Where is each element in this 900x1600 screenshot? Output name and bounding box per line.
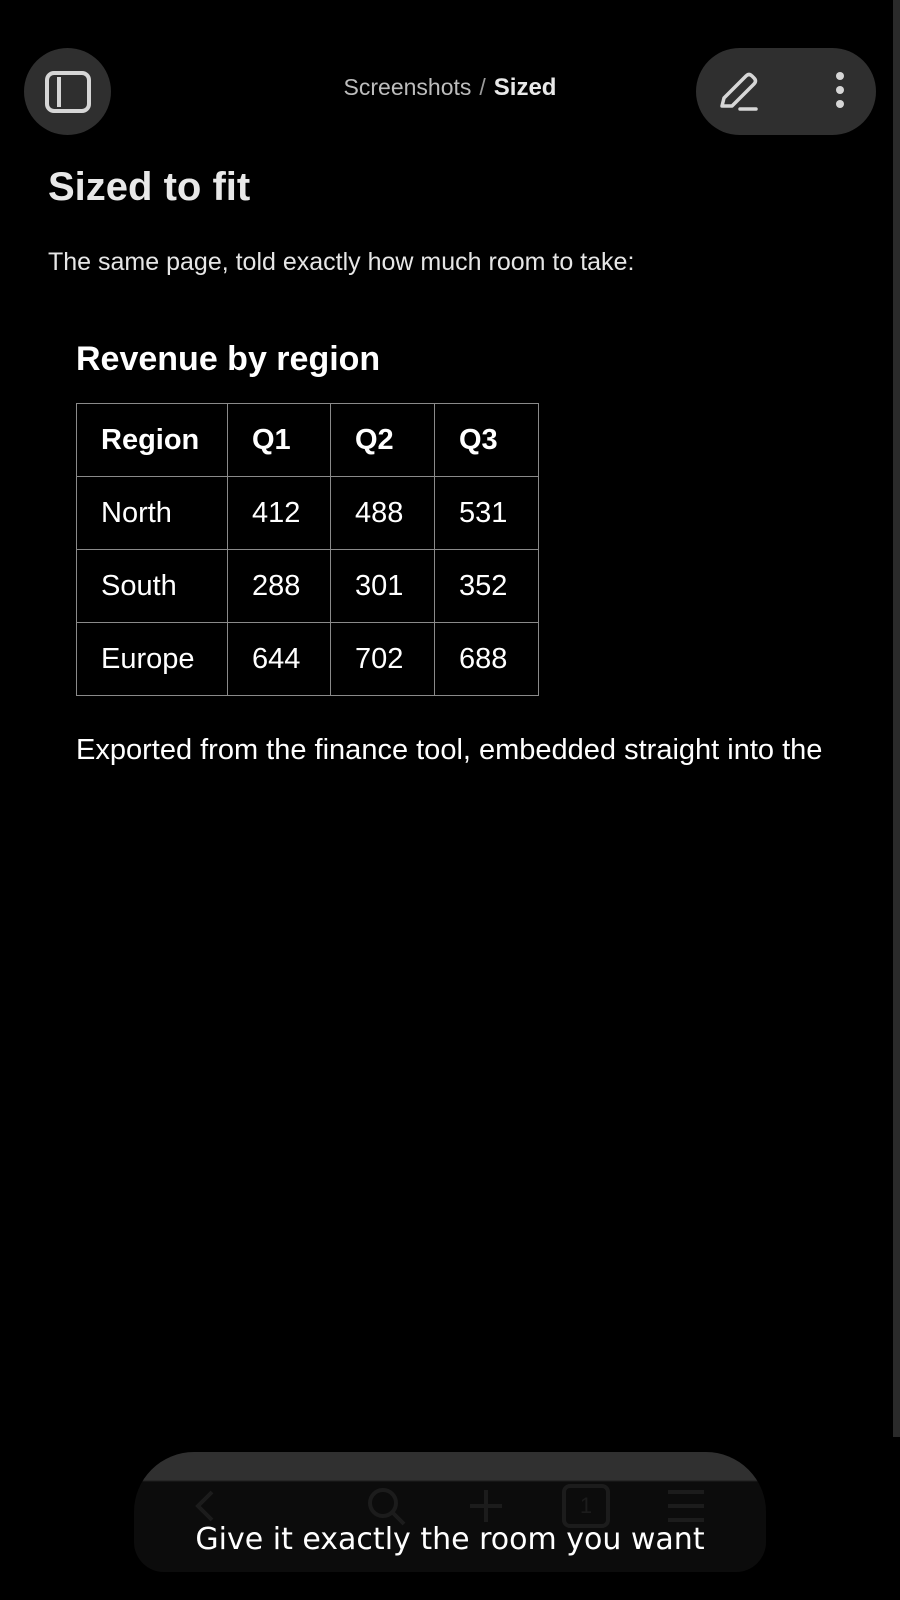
table-row: Europe 644 702 688 xyxy=(76,622,539,696)
more-vertical-icon[interactable] xyxy=(816,68,864,116)
table-cell: 644 xyxy=(227,622,331,696)
breadcrumb-parent[interactable]: Screenshots xyxy=(344,74,472,100)
table-cell: 288 xyxy=(227,549,331,623)
page-title: Sized to fit xyxy=(48,165,251,209)
table-cell: 301 xyxy=(330,549,435,623)
table-cell: 531 xyxy=(434,476,539,550)
table-cell: North xyxy=(76,476,228,550)
column-header: Q1 xyxy=(227,403,331,477)
caption-overlay: Give it exactly the room you want xyxy=(195,1522,705,1557)
column-header: Q2 xyxy=(330,403,435,477)
table-row: North 412 488 531 xyxy=(76,476,539,550)
revenue-table: Region Q1 Q2 Q3 North 412 488 531 South … xyxy=(76,403,539,696)
action-pill xyxy=(696,48,876,135)
scrollbar-track[interactable] xyxy=(893,0,900,1437)
table-row: South 288 301 352 xyxy=(76,549,539,623)
embedded-frame: Revenue by region Region Q1 Q2 Q3 North … xyxy=(76,340,900,767)
embed-note: Exported from the finance tool, embedded… xyxy=(76,734,823,766)
page-subtitle: The same page, told exactly how much roo… xyxy=(48,248,635,276)
table-cell: 488 xyxy=(330,476,435,550)
column-header: Region xyxy=(76,403,228,477)
table-cell: South xyxy=(76,549,228,623)
table-cell: Europe xyxy=(76,622,228,696)
embed-title: Revenue by region xyxy=(76,340,381,378)
breadcrumb-separator: / xyxy=(479,74,486,100)
breadcrumb-current: Sized xyxy=(493,74,557,101)
table-cell: 688 xyxy=(434,622,539,696)
pencil-icon[interactable] xyxy=(714,68,762,116)
table-cell: 352 xyxy=(434,549,539,623)
table-header-row: Region Q1 Q2 Q3 xyxy=(76,403,539,477)
column-header: Q3 xyxy=(434,403,539,477)
table-cell: 702 xyxy=(330,622,435,696)
app-screen: Screenshots / Sized Sized to fit The same … xyxy=(0,0,900,1600)
table-cell: 412 xyxy=(227,476,331,550)
